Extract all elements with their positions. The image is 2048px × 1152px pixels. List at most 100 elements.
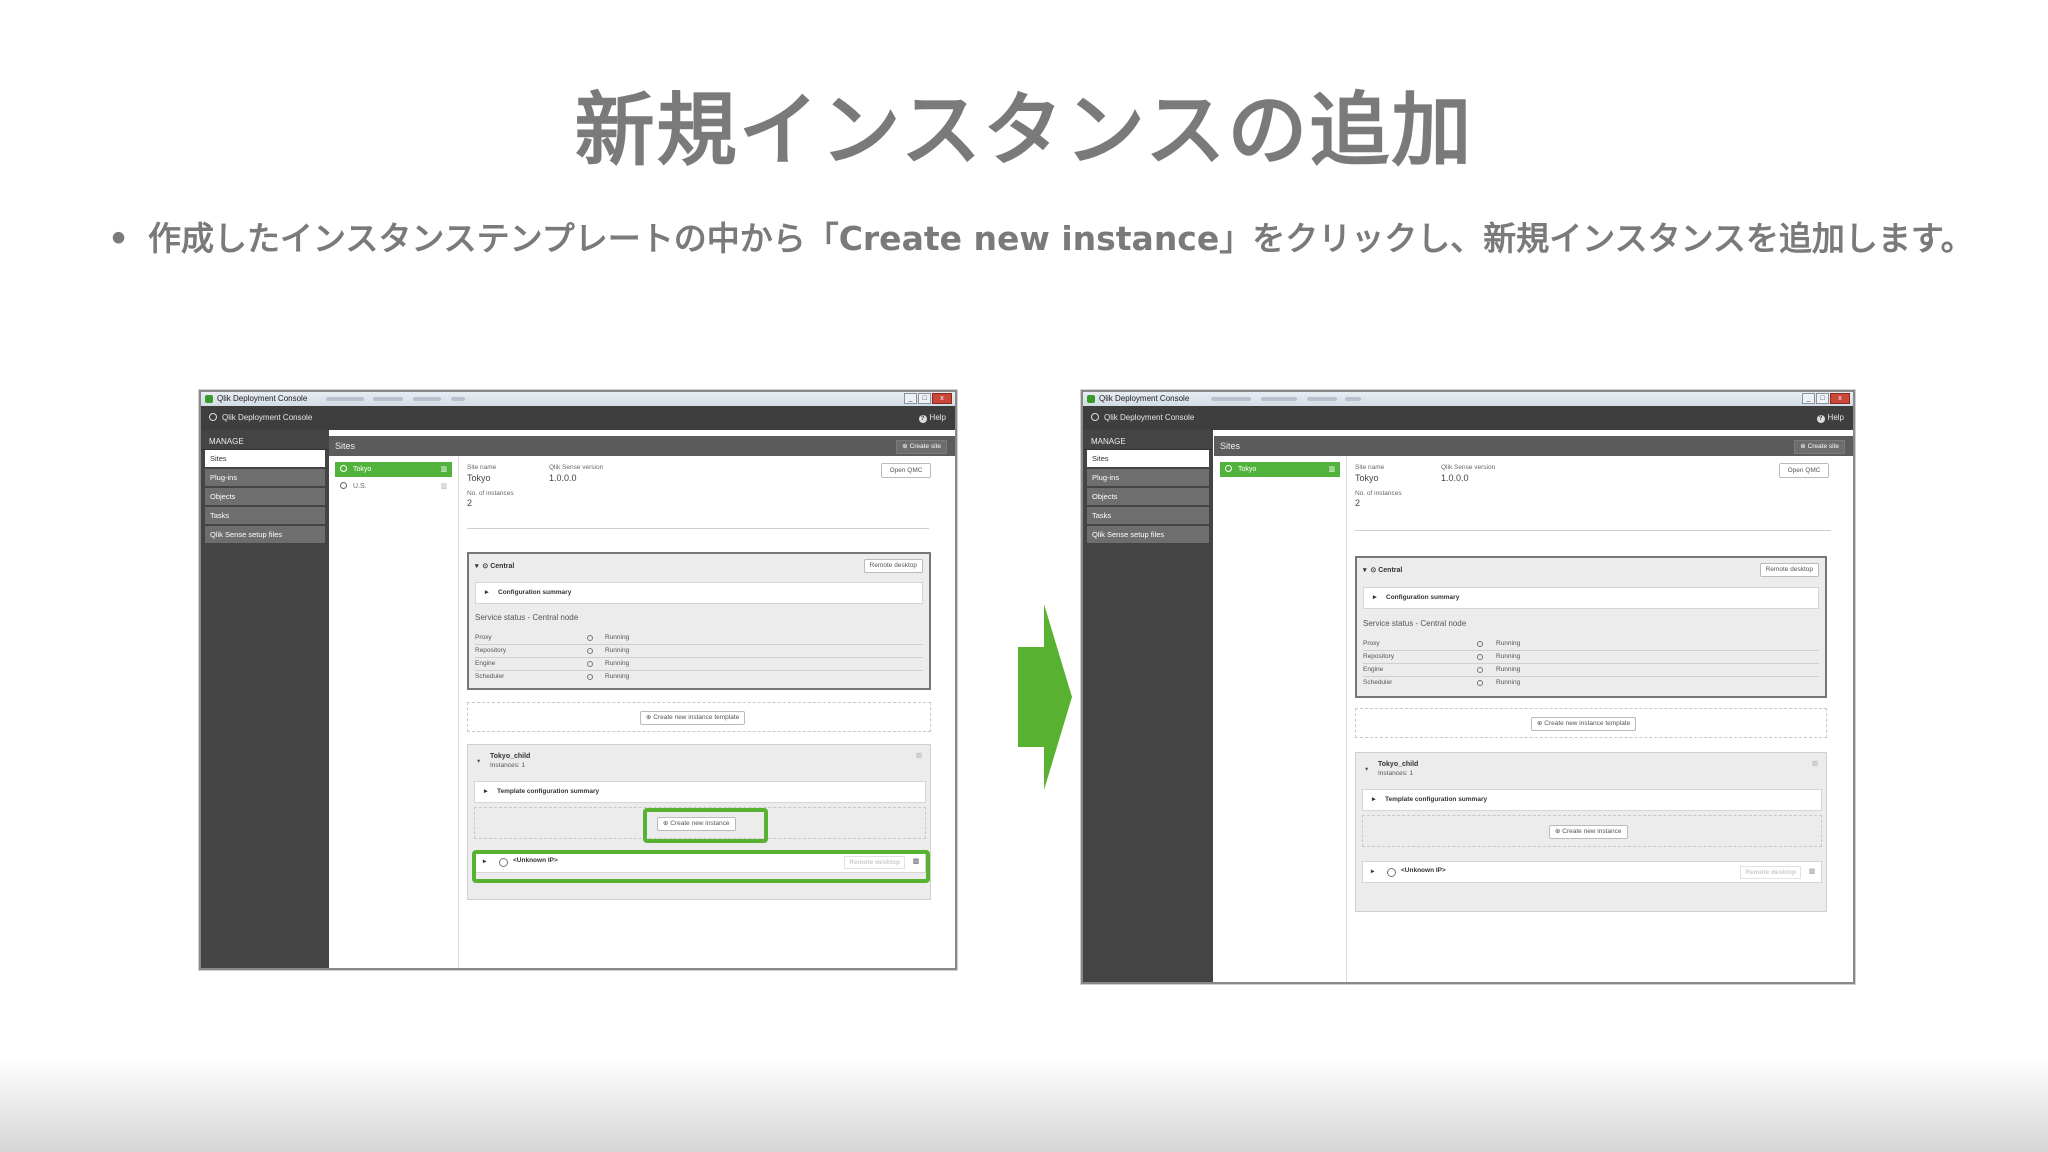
service-status-title: Service status - Central node: [1363, 619, 1467, 628]
close-button[interactable]: x: [1830, 393, 1850, 404]
template-instances: Instances: 1: [1378, 770, 1414, 777]
sidebar-item-plugins[interactable]: Plug-ins: [1087, 469, 1209, 486]
service-row: Repository Running: [475, 645, 923, 658]
blurred-text: [1345, 397, 1361, 401]
app-title: Qlik Deployment Console: [222, 413, 313, 422]
config-summary-label: Configuration summary: [1386, 594, 1460, 601]
site-status-icon: [340, 465, 347, 472]
sidebar-item-sites[interactable]: Sites: [1087, 450, 1209, 467]
service-row: Proxy Running: [475, 632, 923, 645]
app-title: Qlik Deployment Console: [1104, 413, 1195, 422]
slide-footer-gradient: [0, 1057, 2048, 1152]
service-row: Engine Running: [1363, 664, 1819, 677]
caret-down-icon[interactable]: ▾: [1365, 765, 1368, 773]
create-site-button[interactable]: ⊕ Create site: [1794, 440, 1845, 454]
sidebar-item-setup-files[interactable]: Qlik Sense setup files: [1087, 526, 1209, 543]
open-qmc-button[interactable]: Open QMC: [1779, 463, 1829, 478]
sidebar-item-tasks[interactable]: Tasks: [205, 507, 325, 524]
divider: [1355, 530, 1831, 531]
trash-icon[interactable]: ▥: [1812, 759, 1818, 767]
sites-list: Tokyo ▥ U.S. ▥: [329, 456, 459, 968]
instance-row[interactable]: ▸ <Unknown IP> Remote desktop ▥: [1362, 861, 1822, 883]
create-template-label: Create new instance template: [653, 714, 740, 721]
slide-bullet: • 作成したインスタンステンプレートの中から「Create new instanc…: [108, 212, 1974, 260]
service-status: Running: [605, 673, 630, 680]
screenshot-after: Qlik Deployment Console _ □ x Qlik Deplo…: [1081, 390, 1855, 984]
site-item-tokyo[interactable]: Tokyo ▥: [1220, 462, 1340, 477]
maximize-button[interactable]: □: [1816, 393, 1829, 404]
status-check-icon: [587, 661, 593, 667]
sites-list: Tokyo ▥: [1214, 456, 1347, 982]
minimize-button[interactable]: _: [904, 393, 917, 404]
sidebar-item-tasks[interactable]: Tasks: [1087, 507, 1209, 524]
template-name: Tokyo_child: [490, 753, 531, 760]
caret-right-icon: ▸: [484, 788, 488, 795]
trash-icon[interactable]: ▥: [440, 479, 447, 494]
caret-down-icon[interactable]: ▾: [477, 757, 480, 765]
site-name-label: Site name: [1355, 464, 1385, 471]
trash-icon[interactable]: ▥: [916, 751, 922, 759]
template-card: Tokyo_child Instances: 1 ▾ ▥ ▸ Template c…: [1355, 752, 1827, 912]
template-instances: Instances: 1: [490, 762, 526, 769]
app-header: Qlik Deployment Console ? Help: [1083, 406, 1853, 430]
window-title: Qlik Deployment Console: [217, 394, 308, 403]
window-controls: _ □ x: [904, 393, 952, 404]
create-template-button[interactable]: ⊕ Create new instance template: [640, 711, 746, 725]
window-controls: _ □ x: [1802, 393, 1850, 404]
trash-icon[interactable]: ▥: [1328, 462, 1335, 477]
sidebar-item-objects[interactable]: Objects: [1087, 488, 1209, 505]
service-name: Proxy: [1363, 640, 1380, 647]
service-status-title: Service status - Central node: [475, 613, 579, 622]
site-name-label: Site name: [467, 464, 497, 471]
service-status: Running: [605, 634, 630, 641]
help-link[interactable]: ? Help: [918, 413, 946, 423]
app-header: Qlik Deployment Console ? Help: [201, 406, 955, 430]
help-link[interactable]: ? Help: [1816, 413, 1844, 423]
template-config-toggle[interactable]: ▸ Template configuration summary: [1362, 789, 1822, 811]
central-node-header[interactable]: ▾ ⊙ Central: [1363, 566, 1402, 574]
qlik-logo-icon: [209, 413, 217, 421]
remote-desktop-button-disabled[interactable]: Remote desktop: [1740, 866, 1801, 879]
remote-desktop-button[interactable]: Remote desktop: [1759, 563, 1819, 577]
maximize-button[interactable]: □: [918, 393, 931, 404]
service-name: Proxy: [475, 634, 492, 641]
site-item-us[interactable]: U.S. ▥: [335, 479, 452, 494]
central-label: Central: [490, 563, 515, 570]
blurred-text: [1261, 397, 1297, 401]
open-qmc-button[interactable]: Open QMC: [881, 463, 931, 478]
service-row: Scheduler Running: [1363, 677, 1819, 689]
service-name: Scheduler: [1363, 679, 1393, 686]
config-summary-toggle[interactable]: ▸ Configuration summary: [1363, 587, 1819, 609]
create-instance-button[interactable]: ⊕ Create new instance: [1549, 825, 1628, 839]
highlight-create-instance: [643, 808, 768, 843]
site-item-label: Tokyo: [1238, 466, 1257, 473]
create-site-button[interactable]: ⊕ Create site: [896, 440, 947, 454]
create-template-button[interactable]: ⊕ Create new instance template: [1531, 717, 1637, 731]
remote-desktop-button[interactable]: Remote desktop: [863, 559, 923, 573]
trash-icon[interactable]: ▥: [1809, 867, 1815, 875]
slide-title: 新規インスタンスの追加: [574, 84, 1474, 177]
sidebar-item-plugins[interactable]: Plug-ins: [205, 469, 325, 486]
help-icon: ?: [918, 415, 927, 423]
central-node-header[interactable]: ▾ ⊙ Central: [475, 562, 514, 570]
blurred-text: [1211, 397, 1251, 401]
screenshot-before: Qlik Deployment Console _ □ x Qlik Deplo…: [199, 390, 957, 970]
template-config-toggle[interactable]: ▸ Template configuration summary: [474, 781, 926, 803]
site-item-tokyo[interactable]: Tokyo ▥: [335, 462, 452, 477]
sidebar-heading: MANAGE: [1083, 430, 1213, 450]
bullet-text: 作成したインスタンステンプレートの中から「Create new instance…: [148, 219, 1974, 258]
close-button[interactable]: x: [932, 393, 952, 404]
create-template-label: Create new instance template: [1544, 720, 1631, 727]
sidebar-item-objects[interactable]: Objects: [205, 488, 325, 505]
trash-icon[interactable]: ▥: [440, 462, 447, 477]
window-titlebar: Qlik Deployment Console _ □ x: [1083, 392, 1853, 406]
minimize-button[interactable]: _: [1802, 393, 1815, 404]
sidebar-item-setup-files[interactable]: Qlik Sense setup files: [205, 526, 325, 543]
status-check-icon: [587, 635, 593, 641]
config-summary-toggle[interactable]: ▸ Configuration summary: [475, 582, 923, 604]
sidebar: MANAGE Sites Plug-ins Objects Tasks Qlik…: [201, 430, 329, 968]
blurred-text: [326, 397, 364, 401]
site-item-label: Tokyo: [353, 466, 372, 473]
service-status: Running: [605, 660, 630, 667]
sidebar-item-sites[interactable]: Sites: [205, 450, 325, 467]
